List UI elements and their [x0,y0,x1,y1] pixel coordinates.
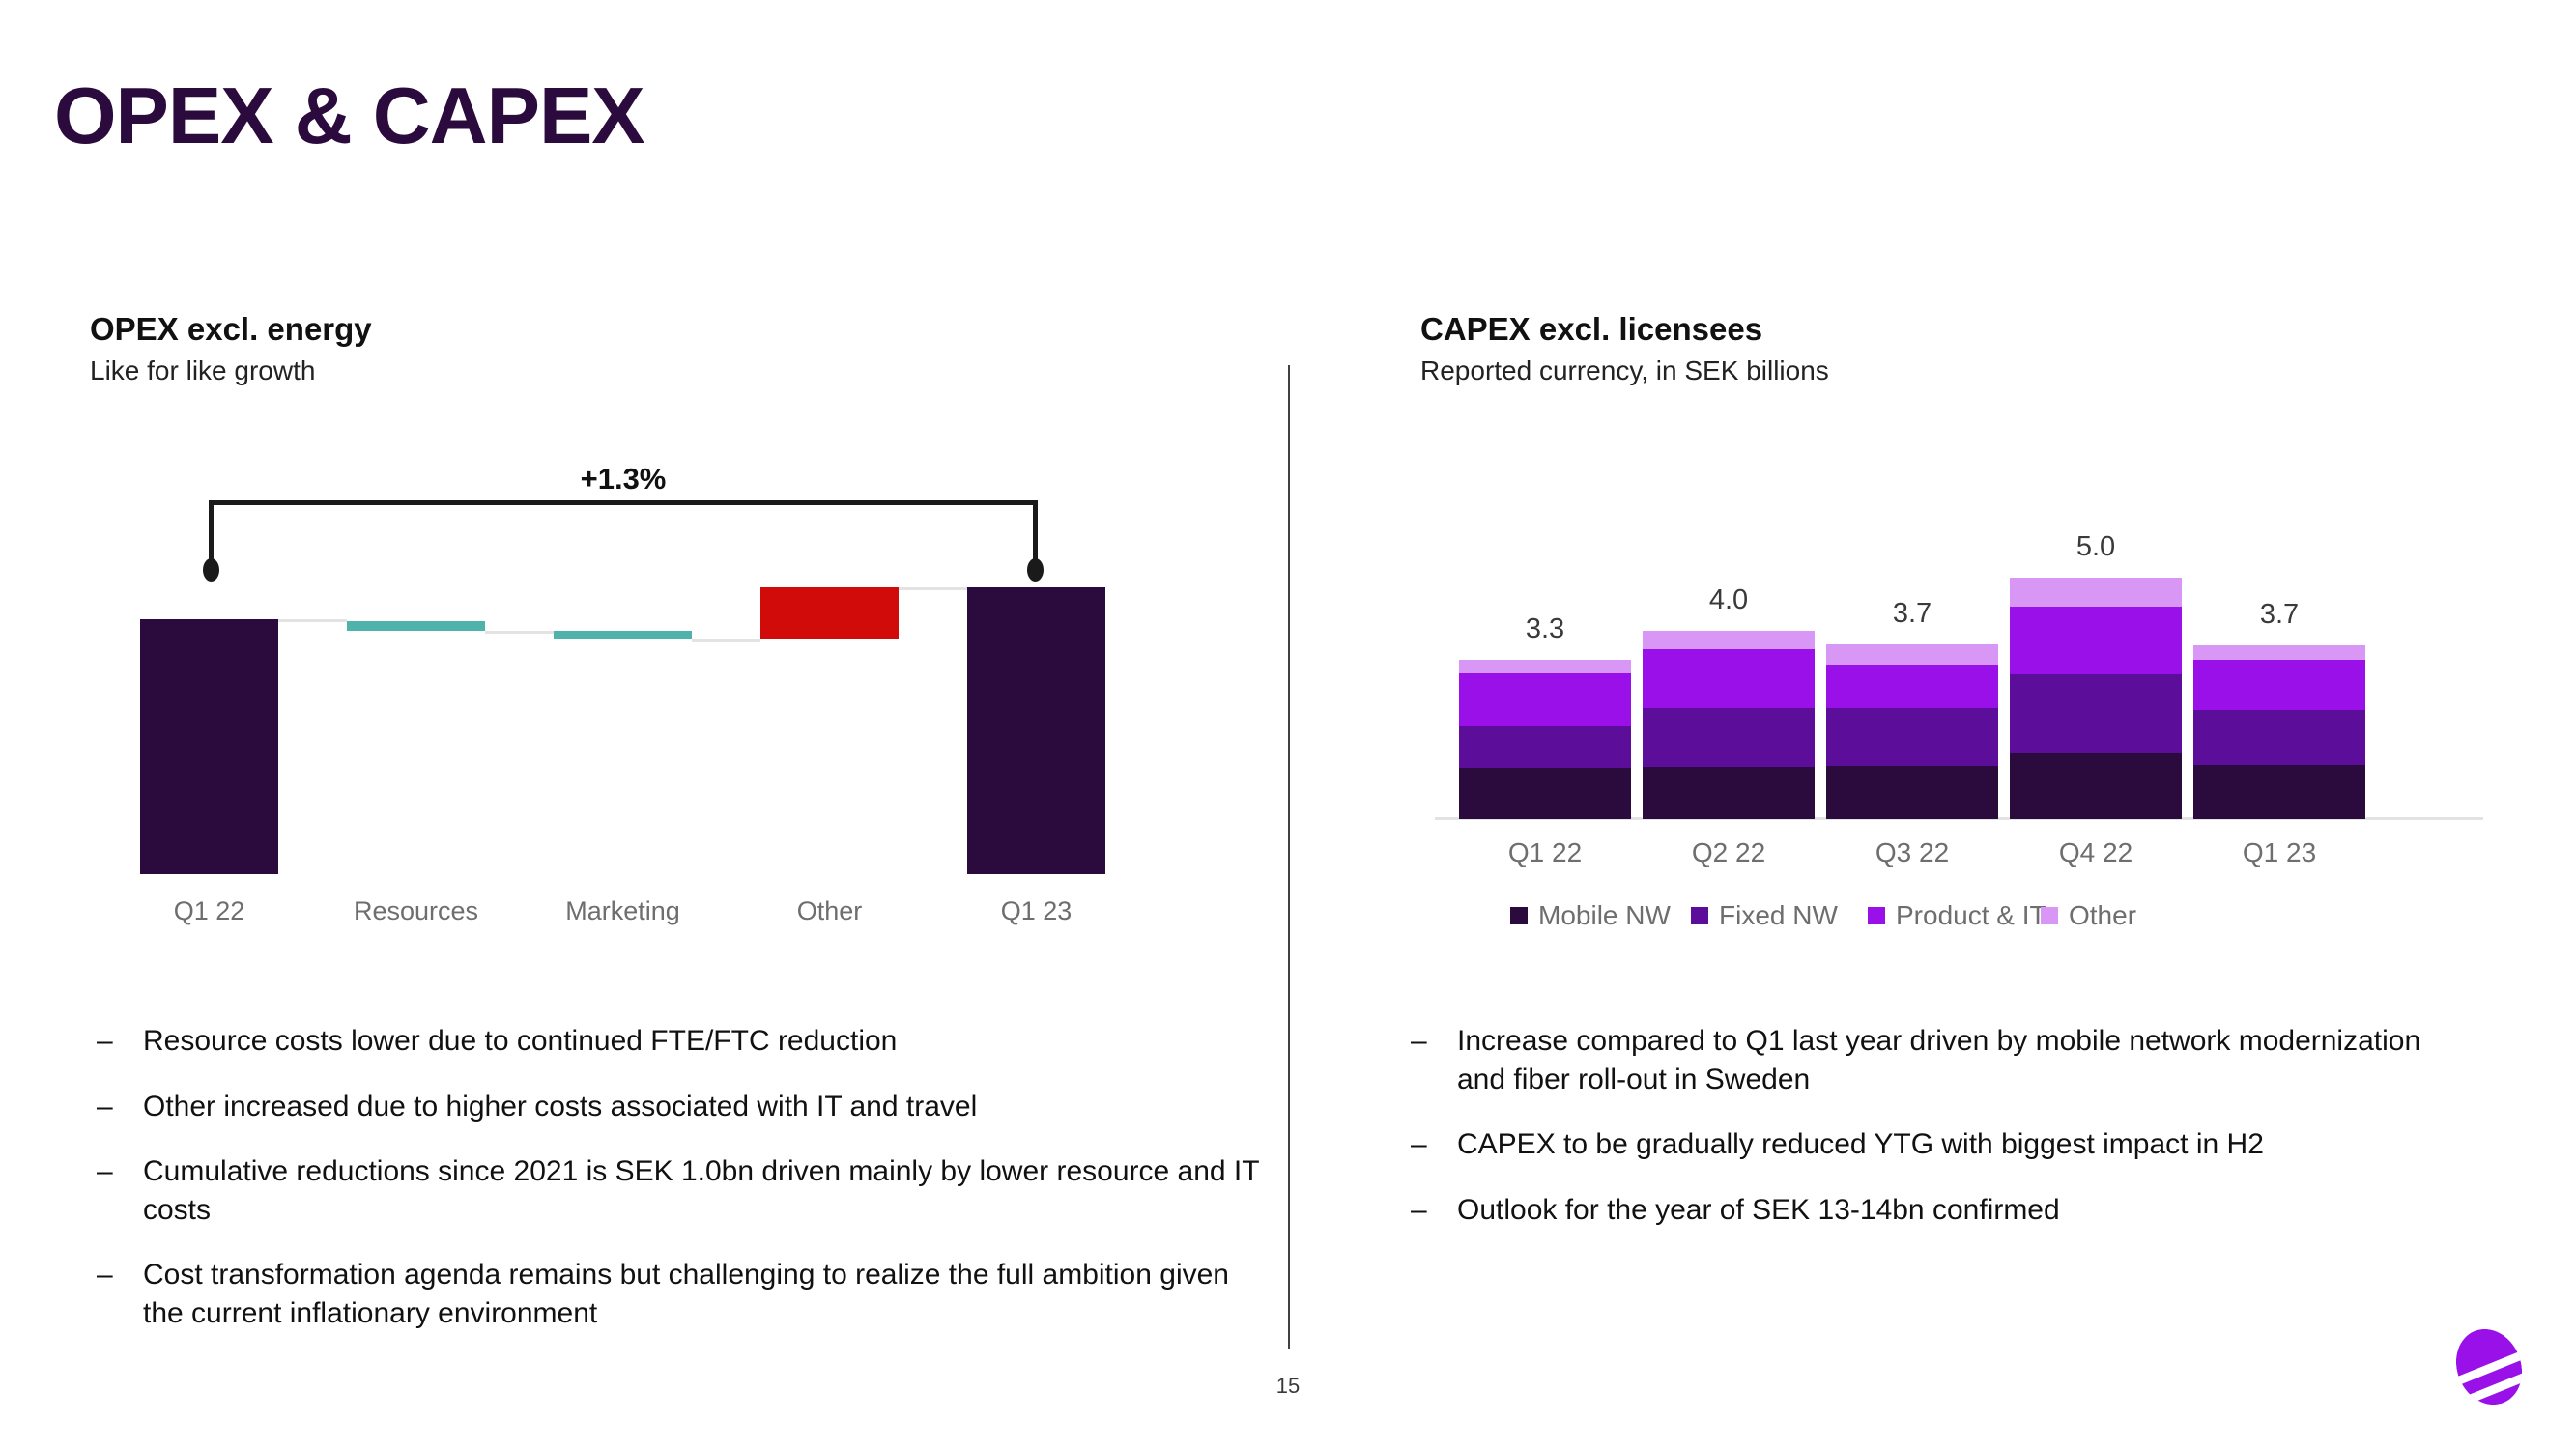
legend-item-mobile-nw[interactable]: Mobile NW [1510,900,1671,931]
capex-segment-fixed-nw [1826,708,1998,766]
bullet-item: – Other increased due to higher costs ass… [97,1088,1266,1126]
growth-bracket-right-dot [1027,558,1044,582]
capex-x-label: Q3 22 [1875,838,1950,867]
bullet-item: – Resource costs lower due to continued F… [97,1022,1266,1061]
capex-bar-group: 4.0 Q2 22 [1643,0,1815,867]
bullet-item: – Outlook for the year of SEK 13-14bn con… [1411,1191,2435,1230]
capex-bar-total-label: 5.0 [2075,531,2116,562]
capex-segment-fixed-nw [1643,708,1815,767]
capex-segment-product-it [1643,649,1815,708]
bullet-dash-icon: – [1411,1128,1427,1161]
capex-segment-fixed-nw [1459,726,1631,768]
opex-waterfall-chart: +1.3% Q1 22 Resources Marketing Other Q1 23 [0,0,1256,966]
bullet-text: Increase compared to Q1 last year driven… [1457,1025,2421,1095]
capex-bar-total-label: 3.7 [1892,598,1932,629]
capex-segment-mobile-nw [1643,767,1815,819]
waterfall-bar-total [967,587,1105,874]
capex-stacked-bar-chart: 3.3 Q1 22 4.0 Q2 22 3.7 Q3 22 5.0 Q4 22 3.7 Q1 23 [1401,0,2541,966]
bullet-text: Resource costs lower due to continued FT… [143,1025,898,1057]
waterfall-connector [278,619,347,622]
legend-swatch-icon [2041,907,2058,924]
bullet-dash-icon: – [97,1259,113,1292]
capex-segment-other [2193,645,2365,660]
bullet-item: – Cost transformation agenda remains but … [97,1256,1266,1332]
waterfall-x-label: Marketing [565,896,680,925]
legend-label: Mobile NW [1538,900,1671,930]
capex-bar-total-label: 3.7 [2259,599,2300,630]
bullet-item: – CAPEX to be gradually reduced YTG with … [1411,1125,2435,1164]
legend-label: Product & IT [1896,900,2046,930]
capex-x-label: Q4 22 [2058,838,2133,867]
capex-legend: Mobile NW Fixed NW Product & IT Other [1401,900,2541,939]
capex-bar-total-label: 4.0 [1708,584,1749,615]
capex-x-label: Q2 22 [1691,838,1766,867]
legend-item-fixed-nw[interactable]: Fixed NW [1691,900,1838,931]
capex-bar-group: 3.7 Q3 22 [1826,0,1998,867]
waterfall-bar-total [140,619,278,874]
legend-swatch-icon [1691,907,1708,924]
capex-segment-mobile-nw [2010,753,2182,819]
capex-segment-fixed-nw [2193,710,2365,765]
capex-bar-group: 5.0 Q4 22 [2010,0,2182,867]
capex-bullet-list: – Increase compared to Q1 last year drive… [1411,1022,2435,1256]
legend-item-product-it[interactable]: Product & IT [1868,900,2046,931]
legend-swatch-icon [1868,907,1885,924]
capex-segment-mobile-nw [1826,766,1998,819]
growth-annotation-label: +1.3% [580,462,667,496]
capex-bar-group: 3.3 Q1 22 [1459,0,1631,867]
bullet-item: – Increase compared to Q1 last year drive… [1411,1022,2435,1098]
capex-x-label: Q1 22 [1507,838,1583,867]
opex-bullet-list: – Resource costs lower due to continued F… [97,1022,1266,1360]
bullet-text: Cumulative reductions since 2021 is SEK … [143,1155,1260,1226]
capex-segment-mobile-nw [1459,768,1631,819]
bullet-text: Other increased due to higher costs asso… [143,1090,978,1122]
bullet-item: – Cumulative reductions since 2021 is SEK… [97,1152,1266,1229]
capex-x-label: Q1 23 [2242,838,2317,867]
waterfall-x-label: Resources [353,896,479,925]
capex-segment-mobile-nw [2193,765,2365,819]
capex-segment-other [1459,660,1631,673]
bullet-text: Outlook for the year of SEK 13-14bn conf… [1457,1193,2060,1226]
waterfall-connector [692,639,760,642]
bullet-dash-icon: – [97,1025,113,1057]
bullet-text: CAPEX to be gradually reduced YTG with b… [1457,1128,2264,1161]
capex-segment-product-it [1459,673,1631,726]
capex-segment-product-it [2193,660,2365,710]
telia-logo [2453,1328,2525,1408]
legend-label: Fixed NW [1719,900,1838,930]
capex-segment-fixed-nw [2010,674,2182,753]
capex-segment-other [1826,644,1998,665]
bullet-dash-icon: – [1411,1025,1427,1057]
waterfall-connector [485,631,554,634]
waterfall-connector [899,587,967,590]
capex-segment-other [2010,578,2182,607]
legend-item-other[interactable]: Other [2041,900,2136,931]
bullet-dash-icon: – [1411,1193,1427,1226]
waterfall-bar-decrease [554,631,692,639]
capex-segment-product-it [1826,665,1998,708]
bullet-dash-icon: – [97,1155,113,1188]
legend-swatch-icon [1510,907,1528,924]
growth-bracket-line [209,500,1038,505]
capex-segment-product-it [2010,607,2182,674]
waterfall-bar-decrease [347,621,485,631]
waterfall-x-label: Q1 23 [1000,896,1073,925]
section-divider [1288,365,1290,1349]
capex-bar-group: 3.7 Q1 23 [2193,0,2365,867]
waterfall-x-label: Other [796,896,863,925]
waterfall-x-label: Q1 22 [173,896,245,925]
page-number: 15 [1275,1374,1301,1398]
legend-label: Other [2069,900,2137,930]
capex-bar-total-label: 3.3 [1525,613,1565,644]
waterfall-bar-increase [760,587,899,639]
capex-segment-other [1643,631,1815,649]
bullet-dash-icon: – [97,1090,113,1122]
slide-root: OPEX & CAPEX OPEX excl. energy Like for … [0,0,2576,1449]
growth-bracket-left-dot [203,558,219,582]
bullet-text: Cost transformation agenda remains but c… [143,1259,1229,1329]
